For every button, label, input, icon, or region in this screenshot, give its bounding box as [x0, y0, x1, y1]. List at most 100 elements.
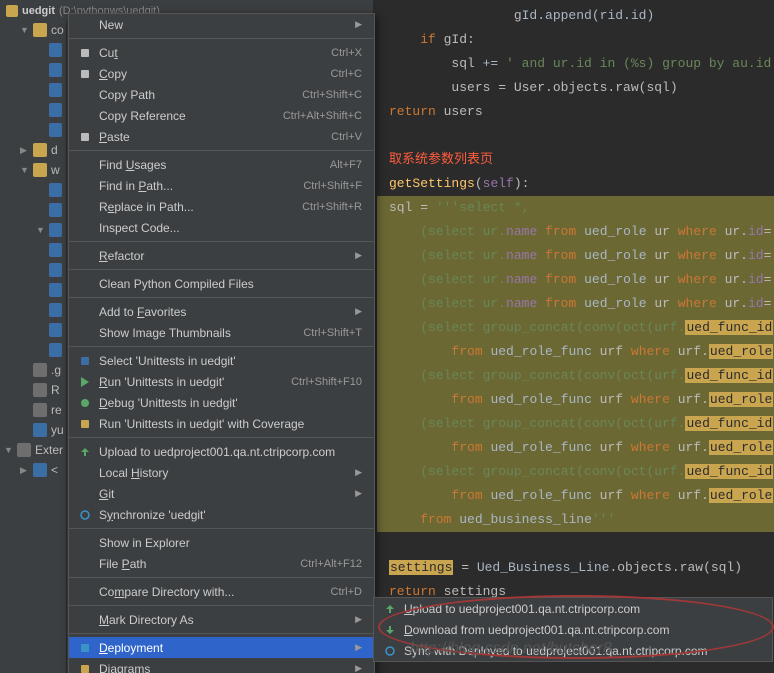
- code-line[interactable]: from ued_business_line''': [377, 508, 774, 532]
- code-line[interactable]: (select ur.name from ued_role ur where u…: [377, 220, 774, 244]
- tree-row[interactable]: [0, 280, 66, 300]
- tree-arrow-icon: ▼: [4, 445, 13, 455]
- tree-row[interactable]: [0, 260, 66, 280]
- menu-separator: [69, 297, 374, 298]
- tree-row[interactable]: [0, 240, 66, 260]
- menu-item-replace-in-path[interactable]: Replace in Path...Ctrl+Shift+R: [69, 196, 374, 217]
- tree-row[interactable]: R: [0, 380, 66, 400]
- menu-item-deployment[interactable]: Deployment▶: [69, 637, 374, 658]
- tree-label: re: [51, 403, 62, 417]
- menu-item-paste[interactable]: PasteCtrl+V: [69, 126, 374, 147]
- code-line[interactable]: sql += ' and ur.id in (%s) group by au.i…: [377, 52, 774, 76]
- menu-item-copy-path[interactable]: Copy PathCtrl+Shift+C: [69, 84, 374, 105]
- menu-item-file-path[interactable]: File PathCtrl+Alt+F12: [69, 553, 374, 574]
- code-line[interactable]: from ued_role_func urf where urf.ued_rol…: [377, 388, 774, 412]
- tree-row[interactable]: .g: [0, 360, 66, 380]
- menu-item-git[interactable]: Git▶: [69, 483, 374, 504]
- menu-item-upload-to-uedproject001-qa-nt-ctripcorp-com[interactable]: Upload to uedproject001.qa.nt.ctripcorp.…: [69, 441, 374, 462]
- deployment-submenu[interactable]: Upload to uedproject001.qa.nt.ctripcorp.…: [373, 597, 773, 662]
- tree-row[interactable]: [0, 340, 66, 360]
- menu-item-compare-directory-with[interactable]: Compare Directory with...Ctrl+D: [69, 581, 374, 602]
- menu-item-cut[interactable]: CutCtrl+X: [69, 42, 374, 63]
- menu-item-refactor[interactable]: Refactor▶: [69, 245, 374, 266]
- menu-label: Clean Python Compiled Files: [99, 277, 362, 291]
- submenu-item-download[interactable]: Download from uedproject001.qa.nt.ctripc…: [374, 619, 772, 640]
- submenu-item-sync[interactable]: Sync with Deployed to uedproject001.qa.n…: [374, 640, 772, 661]
- code-line[interactable]: sql = '''select *,: [377, 196, 774, 220]
- menu-label: Copy Reference: [99, 109, 283, 123]
- code-line[interactable]: [377, 124, 774, 148]
- code-line[interactable]: (select ur.name from ued_role ur where u…: [377, 292, 774, 316]
- menu-item-mark-directory-as[interactable]: Mark Directory As▶: [69, 609, 374, 630]
- menu-label: Download from uedproject001.qa.nt.ctripc…: [404, 623, 760, 637]
- menu-item-show-image-thumbnails[interactable]: Show Image ThumbnailsCtrl+Shift+T: [69, 322, 374, 343]
- menu-item-find-usages[interactable]: Find UsagesAlt+F7: [69, 154, 374, 175]
- menu-item-clean-python-compiled-files[interactable]: Clean Python Compiled Files: [69, 273, 374, 294]
- menu-item-run-unittests-in-uedgit[interactable]: Run 'Unittests in uedgit'Ctrl+Shift+F10: [69, 371, 374, 392]
- file-icon: [33, 403, 47, 417]
- tree-row[interactable]: ▼co: [0, 20, 66, 40]
- code-line[interactable]: from ued_role_func urf where urf.ued_rol…: [377, 484, 774, 508]
- submenu-item-upload[interactable]: Upload to uedproject001.qa.nt.ctripcorp.…: [374, 598, 772, 619]
- tree-row[interactable]: [0, 120, 66, 140]
- tree-row[interactable]: ▶<: [0, 460, 66, 480]
- tree-row[interactable]: ▼w: [0, 160, 66, 180]
- code-line[interactable]: users = User.objects.raw(sql): [377, 76, 774, 100]
- context-menu[interactable]: New▶ CutCtrl+XCopyCtrl+CCopy PathCtrl+Shi…: [68, 13, 375, 673]
- menu-item-copy-reference[interactable]: Copy ReferenceCtrl+Alt+Shift+C: [69, 105, 374, 126]
- project-tree-panel[interactable]: ▼co ▶d▼w ▼ .gRre yu▼Exter▶<: [0, 0, 67, 673]
- tree-row[interactable]: [0, 300, 66, 320]
- code-line[interactable]: (select group_concat(conv(oct(urf.ued_fu…: [377, 364, 774, 388]
- menu-item-find-in-path[interactable]: Find in Path...Ctrl+Shift+F: [69, 175, 374, 196]
- tree-row[interactable]: [0, 60, 66, 80]
- menu-label: Sync with Deployed to uedproject001.qa.n…: [404, 644, 760, 658]
- tree-row[interactable]: [0, 100, 66, 120]
- code-line[interactable]: (select group_concat(conv(oct(urf.ued_fu…: [377, 412, 774, 436]
- code-line[interactable]: return users: [377, 100, 774, 124]
- code-line[interactable]: from ued_role_func urf where urf.ued_rol…: [377, 436, 774, 460]
- tree-row[interactable]: [0, 80, 66, 100]
- sync-icon: [77, 507, 93, 523]
- menu-item-debug-unittests-in-uedgit[interactable]: Debug 'Unittests in uedgit': [69, 392, 374, 413]
- tree-row[interactable]: ▶d: [0, 140, 66, 160]
- menu-item-select-unittests-in-uedgit[interactable]: Select 'Unittests in uedgit': [69, 350, 374, 371]
- menu-shortcut: Ctrl+Shift+C: [302, 89, 362, 101]
- menu-item-new[interactable]: New▶: [69, 14, 374, 35]
- menu-item-diagrams[interactable]: Diagrams▶: [69, 658, 374, 673]
- menu-separator: [69, 528, 374, 529]
- tree-row[interactable]: [0, 40, 66, 60]
- code-line[interactable]: getSettings(self):: [377, 172, 774, 196]
- code-line[interactable]: from ued_role_func urf where urf.ued_rol…: [377, 340, 774, 364]
- tree-row[interactable]: [0, 200, 66, 220]
- code-line[interactable]: 取系统参数列表页: [377, 148, 774, 172]
- tree-row[interactable]: [0, 320, 66, 340]
- folder-icon: [33, 163, 47, 177]
- code-line[interactable]: (select group_concat(conv(oct(urf.ued_fu…: [377, 460, 774, 484]
- tree-row[interactable]: [0, 180, 66, 200]
- menu-item-show-in-explorer[interactable]: Show in Explorer: [69, 532, 374, 553]
- tree-row[interactable]: ▼Exter: [0, 440, 66, 460]
- code-line[interactable]: gId.append(rid.id): [377, 4, 774, 28]
- code-line[interactable]: settings = Ued_Business_Line.objects.raw…: [377, 556, 774, 580]
- blank-icon: [77, 276, 93, 292]
- menu-item-inspect-code[interactable]: Inspect Code...: [69, 217, 374, 238]
- menu-item-synchronize-uedgit[interactable]: Synchronize 'uedgit': [69, 504, 374, 525]
- submenu-arrow-icon: ▶: [355, 19, 362, 30]
- blank-icon: [77, 465, 93, 481]
- code-line[interactable]: (select group_concat(conv(oct(urf.ued_fu…: [377, 316, 774, 340]
- tree-row[interactable]: ▼: [0, 220, 66, 240]
- menu-item-run-unittests-in-uedgit-with-coverage[interactable]: Run 'Unittests in uedgit' with Coverage: [69, 413, 374, 434]
- menu-item-copy[interactable]: CopyCtrl+C: [69, 63, 374, 84]
- tree-row[interactable]: re: [0, 400, 66, 420]
- code-line[interactable]: if gId:: [377, 28, 774, 52]
- code-editor[interactable]: gId.append(rid.id) if gId: sql += ' and …: [373, 0, 774, 673]
- code-line[interactable]: (select ur.name from ued_role ur where u…: [377, 268, 774, 292]
- py-icon: [33, 423, 47, 437]
- code-line[interactable]: (select ur.name from ued_role ur where u…: [377, 244, 774, 268]
- menu-label: Upload to uedproject001.qa.nt.ctripcorp.…: [99, 445, 362, 459]
- tree-row[interactable]: yu: [0, 420, 66, 440]
- menu-label: Mark Directory As: [99, 613, 349, 627]
- menu-item-add-to-favorites[interactable]: Add to Favorites▶: [69, 301, 374, 322]
- menu-item-local-history[interactable]: Local History▶: [69, 462, 374, 483]
- code-line[interactable]: [377, 532, 774, 556]
